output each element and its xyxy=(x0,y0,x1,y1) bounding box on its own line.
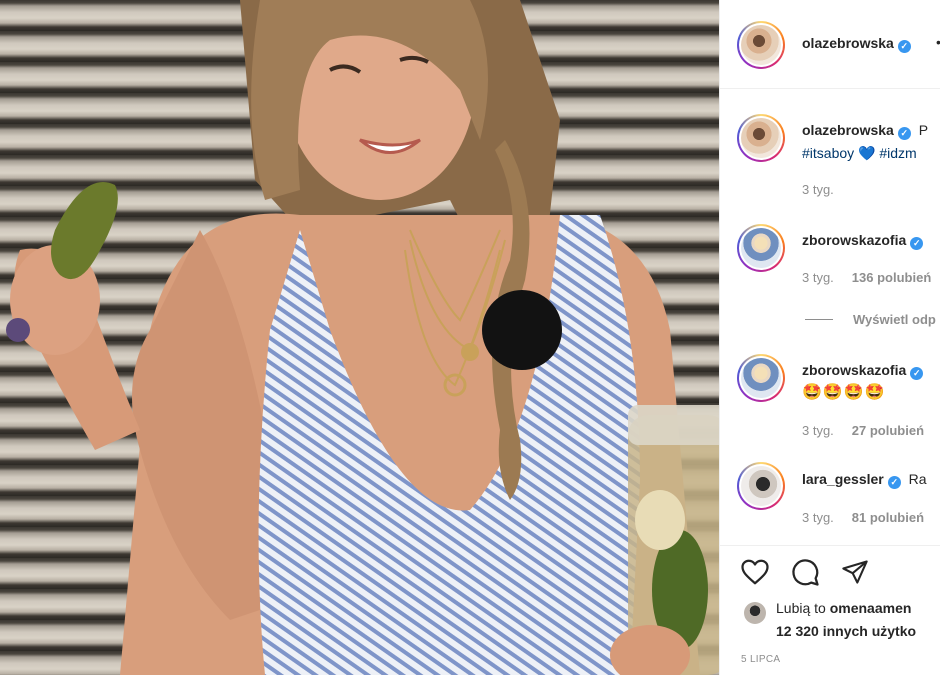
author-avatar[interactable] xyxy=(737,21,785,69)
post-side-panel: olazebrowska✓ • olazebrowska✓ P #itsaboy… xyxy=(719,0,940,675)
view-replies-button[interactable]: Wyświetl odp xyxy=(853,312,936,327)
comment-avatar[interactable] xyxy=(737,462,785,510)
verified-icon: ✓ xyxy=(897,127,911,140)
caption-text-start: P xyxy=(918,122,929,138)
verified-icon: ✓ xyxy=(887,476,901,489)
comment-likes[interactable]: 81 polubień xyxy=(852,510,924,525)
caption-username-text[interactable]: olazebrowska xyxy=(802,122,894,138)
verified-icon: ✓ xyxy=(910,367,924,380)
caption-avatar[interactable] xyxy=(737,114,785,162)
comment-avatar[interactable] xyxy=(737,224,785,272)
caption-hashtags: #itsaboy 💙 #idzm xyxy=(802,145,917,162)
replies-divider xyxy=(805,319,833,320)
more-options-icon[interactable]: • xyxy=(936,34,940,50)
comment-avatar[interactable] xyxy=(737,354,785,402)
likes-others[interactable]: 12 320 innych użytko xyxy=(776,623,916,639)
blue-heart-emoji: 💙 xyxy=(858,145,876,161)
comment-time: 3 tyg. xyxy=(802,423,834,438)
comment-time: 3 tyg. xyxy=(802,510,834,525)
post-photo[interactable] xyxy=(0,0,719,675)
comment-likes[interactable]: 27 polubień xyxy=(852,423,924,438)
comment-username-text[interactable]: lara_gessler xyxy=(802,471,884,487)
comment-username-text[interactable]: zborowskazofia xyxy=(802,362,906,378)
author-username[interactable]: olazebrowska ✓ xyxy=(802,35,911,53)
likes-line-1: Lubią to omenaamen xyxy=(776,600,911,616)
post-header: olazebrowska✓ • xyxy=(720,0,940,89)
comment-time: 3 tyg. xyxy=(802,270,834,285)
comment-likes[interactable]: 136 polubień xyxy=(852,270,931,285)
comment-username[interactable]: lara_gessler ✓ Ra xyxy=(802,471,927,489)
likes-prefix: Lubią to xyxy=(776,600,830,616)
comment-username[interactable]: zborowskazofia ✓ xyxy=(802,232,924,250)
comment-username[interactable]: zborowskazofia ✓ xyxy=(802,362,924,380)
share-icon[interactable] xyxy=(841,558,869,586)
comment-meta: 3 tyg. 27 polubień xyxy=(802,423,924,438)
verified-icon: ✓ xyxy=(897,40,911,53)
hashtag-itsaboy[interactable]: #itsaboy xyxy=(802,145,854,161)
liker-username[interactable]: omenaamen xyxy=(830,600,912,616)
comment-meta: 3 tyg. 81 polubień xyxy=(802,510,924,525)
comment-emojis: 🤩🤩🤩🤩 xyxy=(802,384,886,401)
post-actions: Lubią to omenaamen 12 320 innych użytko … xyxy=(720,545,940,675)
heart-icon[interactable] xyxy=(740,558,770,586)
liker-avatar[interactable] xyxy=(744,602,766,624)
caption-username[interactable]: olazebrowska ✓ P xyxy=(802,122,928,140)
likes-line-2[interactable]: 12 320 innych użytko xyxy=(776,623,916,639)
comment-icon[interactable] xyxy=(790,557,820,587)
post-date[interactable]: 5 LIPCA xyxy=(741,654,780,665)
hashtag-idzm[interactable]: #idzm xyxy=(879,145,916,161)
caption-time: 3 tyg. xyxy=(802,182,834,197)
author-username-text[interactable]: olazebrowska xyxy=(802,35,894,51)
photo-illustration xyxy=(6,0,719,675)
verified-icon: ✓ xyxy=(910,237,924,250)
comment-username-text[interactable]: zborowskazofia xyxy=(802,232,906,248)
comment-meta: 3 tyg. 136 polubień xyxy=(802,270,931,285)
comment-text: Ra xyxy=(908,471,927,487)
